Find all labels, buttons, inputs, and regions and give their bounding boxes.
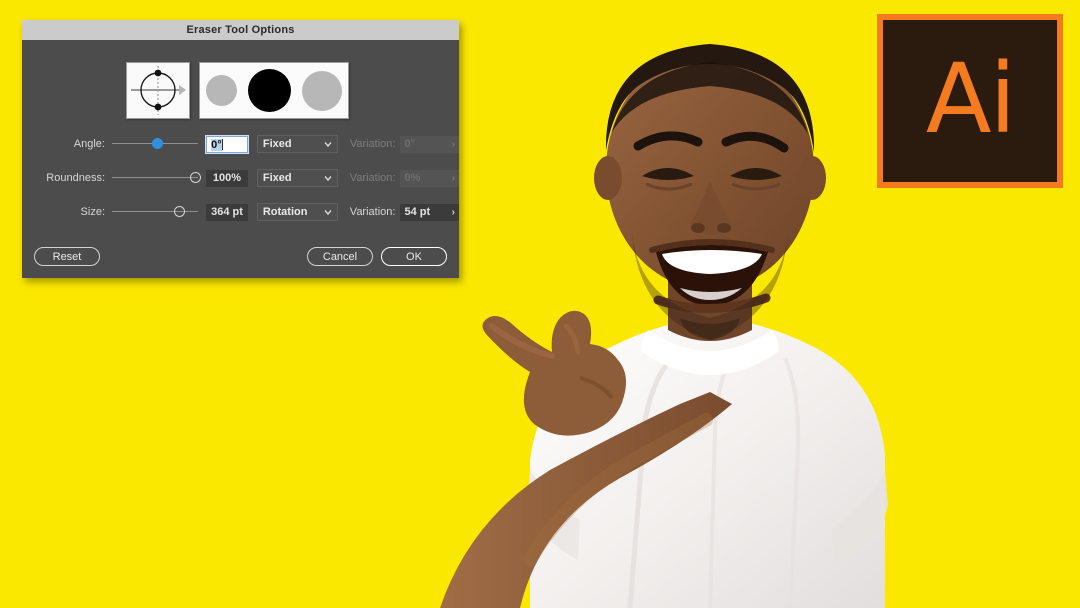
eraser-tool-options-dialog: Eraser Tool Options Angle: 0° Fixed Vari… — [22, 20, 459, 278]
roundness-mode-select[interactable]: Fixed — [256, 169, 338, 187]
angle-row: Angle: 0° Fixed Variation: 0° › — [22, 133, 459, 155]
angle-input-value: 0° — [211, 138, 222, 151]
chevron-down-icon — [324, 140, 332, 148]
size-slider-knob[interactable] — [174, 206, 186, 217]
size-input[interactable]: 364 pt — [206, 203, 248, 221]
logo-text: Ai — [925, 43, 1016, 155]
roundness-variation-label: Variation: — [349, 172, 396, 184]
roundness-slider-track — [112, 177, 199, 178]
size-row: Size: 364 pt Rotation Variation: 54 pt › — [22, 201, 459, 223]
roundness-mode-value: Fixed — [262, 172, 292, 184]
roundness-variation-value: 0% — [404, 171, 421, 184]
angle-mode-select[interactable]: Fixed — [256, 135, 338, 153]
angle-mode-value: Fixed — [262, 138, 292, 150]
brush-shape-black-circle — [247, 69, 291, 112]
size-variation-value: 54 pt — [404, 205, 431, 218]
chevron-down-icon — [324, 174, 332, 182]
reset-button[interactable]: Reset — [34, 247, 100, 266]
dialog-title: Eraser Tool Options — [186, 24, 295, 36]
roundness-input[interactable]: 100% — [206, 169, 248, 187]
text-caret — [221, 138, 223, 150]
size-slider[interactable] — [112, 205, 199, 219]
brush-preview — [199, 62, 349, 119]
roundness-variation-field: 0% › — [400, 169, 459, 187]
cancel-button[interactable]: Cancel — [307, 247, 373, 266]
size-label: Size: — [80, 206, 106, 218]
dialog-body: Angle: 0° Fixed Variation: 0° › Roundnes… — [22, 40, 459, 278]
roundness-row: Roundness: 100% Fixed Variation: 0% › — [22, 167, 459, 189]
angle-variation-value: 0° — [404, 137, 415, 150]
size-slider-track — [112, 211, 199, 212]
angle-variation-field: 0° › — [400, 135, 459, 153]
ok-button[interactable]: OK — [381, 247, 447, 266]
chevron-right-icon[interactable]: › — [452, 204, 455, 221]
brush-shape-small-gray-circle — [205, 75, 237, 106]
roundness-slider[interactable] — [112, 171, 201, 185]
size-mode-select[interactable]: Rotation — [256, 203, 338, 221]
chevron-down-icon — [324, 208, 332, 216]
chevron-right-icon: › — [451, 138, 455, 150]
roundness-label: Roundness: — [46, 172, 106, 184]
size-input-value: 364 pt — [211, 205, 243, 218]
size-variation-label: Variation: — [349, 206, 396, 218]
angle-slider[interactable] — [111, 137, 199, 151]
size-mode-value: Rotation — [262, 206, 308, 218]
angle-label: Angle: — [73, 138, 105, 150]
size-variation-field[interactable]: 54 pt › — [400, 203, 459, 221]
brush-shape-large-gray-circle — [302, 70, 343, 111]
angle-input[interactable]: 0° — [206, 135, 248, 153]
screenshot-canvas: Ai Eraser Tool Options Angle: 0° Fixed V… — [0, 0, 1080, 608]
dialog-button-row: Reset Cancel OK — [22, 235, 459, 278]
roundness-slider-knob[interactable] — [189, 172, 201, 183]
angle-roundness-control[interactable] — [126, 62, 190, 119]
angle-slider-knob[interactable] — [151, 138, 163, 149]
angle-variation-label: Variation: — [349, 138, 396, 150]
roundness-input-value: 100% — [212, 171, 242, 184]
dialog-titlebar: Eraser Tool Options — [22, 20, 459, 40]
preview-row — [22, 40, 459, 133]
chevron-right-icon: › — [451, 172, 455, 184]
adobe-illustrator-logo: Ai — [877, 14, 1063, 188]
presenter-photo — [380, 0, 940, 608]
